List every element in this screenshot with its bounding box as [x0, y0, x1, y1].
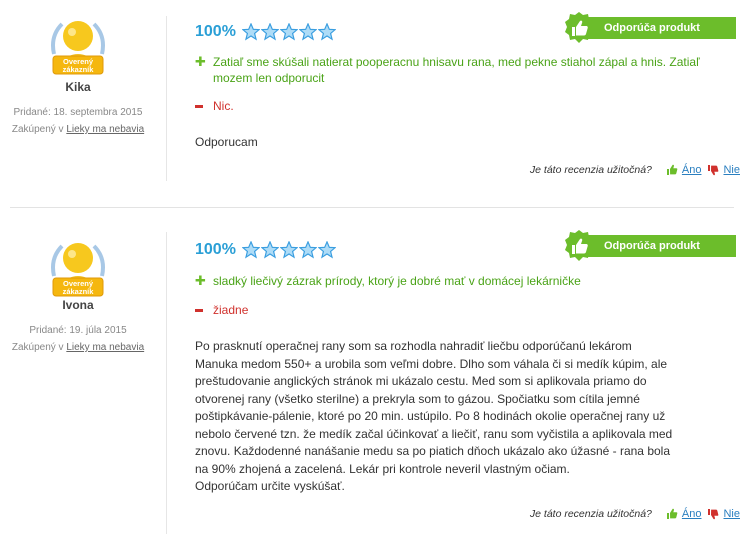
rating-row: 100%: [195, 238, 336, 262]
thumbs-down-icon: [708, 509, 719, 520]
review-body: Odporucam: [195, 134, 675, 152]
pros-text: sladký liečivý zázrak prírody, ktorý je …: [213, 274, 581, 288]
rating-percent: 100%: [195, 241, 236, 258]
bought-in: Zakúpený v Lieky ma nebavia: [0, 339, 156, 356]
thumbs-up-icon: [565, 12, 593, 43]
review-item: Overený zákazník Ivona Pridané: 19. júla…: [0, 218, 750, 534]
helpful-vote: Je táto recenzia užitočná? Áno Nie: [530, 164, 740, 176]
cons-text: žiadne: [213, 303, 249, 317]
bought-prefix: Zakúpený v: [11, 342, 64, 353]
review-item: Overený zákazník Kika Pridané: 18. septe…: [0, 0, 750, 198]
helpful-question: Je táto recenzia užitočná?: [529, 164, 652, 176]
star-icon: [241, 241, 260, 259]
badge-text-line-2: zákazník: [63, 287, 95, 296]
review-date: Pridané: 18. septembra 2015: [13, 107, 143, 118]
star-icon: [260, 23, 279, 41]
star-icon: [317, 241, 336, 259]
review-cons: žiadne: [195, 302, 248, 318]
star-icon: [279, 241, 298, 259]
cons-text: Nic.: [213, 99, 234, 113]
review-body-text: Po prasknutí operačnej rany som sa rozho…: [195, 339, 673, 476]
badge-text-line-2: zákazník: [63, 65, 95, 74]
review-date: Pridané: 19. júla 2015: [29, 325, 127, 336]
thumbs-up-icon: [666, 164, 678, 175]
bought-in: Zakúpený v Lieky ma nebavia: [0, 121, 156, 138]
review-body: Po prasknutí operačnej rany som sa rozho…: [195, 338, 675, 496]
shop-link[interactable]: Lieky ma nebavia: [66, 124, 144, 135]
recommends-product-badge: Odporúča produkt: [562, 229, 736, 263]
star-rating: [241, 241, 336, 259]
review-meta: Pridané: 18. septembra 2015 Zakúpený v L…: [0, 104, 156, 138]
plus-icon: ✚: [195, 273, 206, 288]
rating-row: 100%: [195, 20, 336, 44]
rating-percent: 100%: [195, 23, 236, 40]
vote-yes[interactable]: Áno: [666, 508, 702, 520]
author-name: Kika: [65, 80, 91, 94]
plus-icon: ✚: [195, 54, 206, 69]
vote-yes-link[interactable]: Áno: [682, 164, 702, 176]
minus-icon: [195, 309, 203, 312]
vote-no[interactable]: Nie: [707, 164, 740, 176]
column-divider: [166, 232, 167, 534]
review-meta: Pridané: 19. júla 2015 Zakúpený v Lieky …: [0, 322, 156, 356]
vote-yes-link[interactable]: Áno: [682, 508, 702, 520]
verified-customer-badge-icon: Overený zákazník: [51, 243, 105, 297]
recommends-product-label: Odporúča produkt: [586, 17, 736, 39]
thumbs-up-icon: [565, 230, 593, 261]
helpful-question: Je táto recenzia užitočná?: [529, 508, 652, 520]
star-icon: [279, 23, 298, 41]
recommends-product-label: Odporúča produkt: [586, 235, 736, 257]
recommends-product-badge: Odporúča produkt: [562, 11, 736, 45]
vote-yes[interactable]: Áno: [666, 164, 702, 176]
pros-text: Zatiaľ sme skúšali natierat pooperacnu h…: [213, 55, 700, 85]
review-separator: [10, 207, 734, 208]
star-icon: [260, 241, 279, 259]
review-body-closing: Odporúčam určite vyskúšať.: [195, 479, 345, 493]
bought-prefix: Zakúpený v: [11, 124, 64, 135]
vote-no-link[interactable]: Nie: [723, 164, 740, 176]
column-divider: [166, 16, 167, 181]
star-icon: [298, 241, 317, 259]
helpful-vote: Je táto recenzia užitočná? Áno Nie: [530, 508, 740, 520]
vote-no-link[interactable]: Nie: [723, 508, 740, 520]
review-pros: ✚ Zatiaľ sme skúšali natierat pooperacnu…: [195, 54, 740, 86]
review-cons: Nic.: [195, 98, 234, 114]
thumbs-down-icon: [708, 165, 719, 176]
star-icon: [241, 23, 260, 41]
star-icon: [298, 23, 317, 41]
shop-link[interactable]: Lieky ma nebavia: [66, 342, 144, 353]
author-name: Ivona: [62, 298, 94, 312]
star-icon: [317, 23, 336, 41]
vote-no[interactable]: Nie: [707, 508, 740, 520]
minus-icon: [195, 105, 203, 108]
review-pros: ✚ sladký liečivý zázrak prírody, ktorý j…: [195, 273, 581, 289]
thumbs-up-icon: [666, 508, 678, 519]
review-body-text: Odporucam: [195, 135, 258, 149]
star-rating: [241, 23, 336, 41]
verified-customer-badge-icon: Overený zákazník: [51, 21, 105, 75]
